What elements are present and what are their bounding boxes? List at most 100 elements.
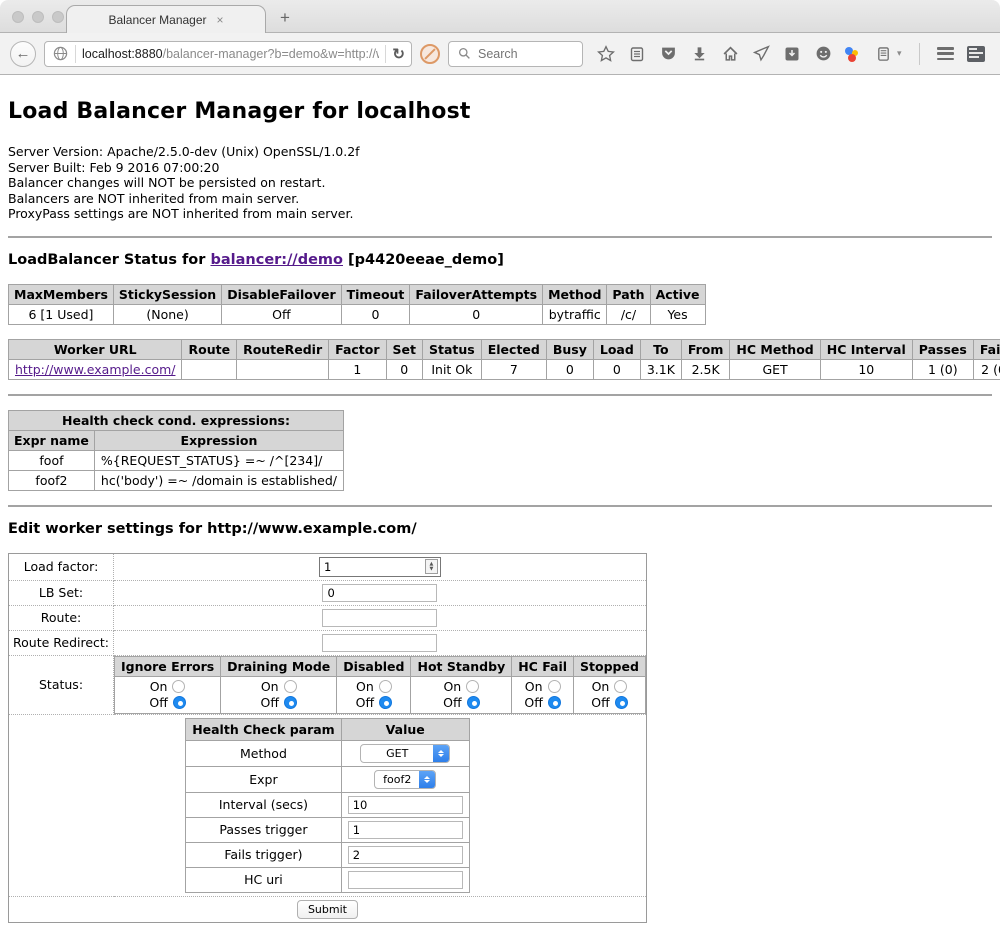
url-bar[interactable]: localhost:8880/balancer-manager?b=demo&w… <box>44 41 412 67</box>
on-label: On <box>443 679 461 695</box>
hot-standby-off-radio[interactable] <box>467 696 480 709</box>
back-button[interactable]: ← <box>10 41 36 67</box>
search-box[interactable] <box>448 41 583 67</box>
load-factor-input[interactable] <box>324 560 425 574</box>
route-label: Route: <box>9 605 114 630</box>
ignore-errors-off-radio[interactable] <box>173 696 186 709</box>
pocket-icon[interactable] <box>659 45 677 63</box>
hc-expr-select[interactable]: foof2 <box>374 770 436 789</box>
col-to: To <box>640 339 681 359</box>
container-extension-icon[interactable] <box>874 45 892 63</box>
save-page-extension-icon[interactable] <box>783 45 801 63</box>
grid-extension-icon[interactable] <box>967 46 985 62</box>
select-stepper-icon <box>433 744 449 763</box>
hcp-header-row: Health Check param Value <box>186 718 470 740</box>
hc-fail-off-radio[interactable] <box>548 696 561 709</box>
balancer-header-row: MaxMembers StickySession DisableFailover… <box>9 284 706 304</box>
menu-icon[interactable] <box>937 47 954 60</box>
reading-list-icon[interactable] <box>628 45 646 63</box>
search-input[interactable] <box>478 47 573 61</box>
tab-close-icon[interactable]: × <box>217 13 224 27</box>
hot-standby-radios: On Off <box>411 676 512 713</box>
url-text[interactable]: localhost:8880/balancer-manager?b=demo&w… <box>82 47 379 61</box>
hc-uri-input[interactable] <box>348 871 463 889</box>
stopped-off-radio[interactable] <box>615 696 628 709</box>
draining-mode-on-radio[interactable] <box>284 680 297 693</box>
new-tab-button[interactable]: + <box>280 8 290 28</box>
val-disablefailover: Off <box>222 304 341 324</box>
val-failoverattempts: 0 <box>410 304 543 324</box>
hc-interval-input[interactable] <box>348 796 463 814</box>
bookmark-star-icon[interactable] <box>597 45 615 63</box>
adblock-icon[interactable] <box>420 44 440 64</box>
col-from: From <box>681 339 730 359</box>
workers-table: Worker URL Route RouteRedir Factor Set S… <box>8 339 1000 380</box>
expr-value-foof2: hc('body') =~ /domain is established/ <box>94 470 343 490</box>
worker-url-link[interactable]: http://www.example.com/ <box>15 362 175 377</box>
col-failoverattempts: FailoverAttempts <box>410 284 543 304</box>
ignore-errors-on-radio[interactable] <box>172 680 185 693</box>
hcp-interval-row: Interval (secs) <box>186 792 470 817</box>
status-header-row: Ignore Errors Draining Mode Disabled Hot… <box>115 656 646 676</box>
col-factor: Factor <box>329 339 386 359</box>
expr-name-foof: foof <box>9 450 95 470</box>
route-redirect-input[interactable] <box>322 634 437 652</box>
chat-smiley-icon[interactable] <box>814 45 832 63</box>
close-window-icon[interactable] <box>12 11 24 23</box>
col-hot-standby: Hot Standby <box>411 656 512 676</box>
reload-icon[interactable]: ↻ <box>392 45 405 63</box>
color-dots-extension-icon[interactable] <box>845 46 861 62</box>
hc-method-select[interactable]: GET <box>360 744 450 763</box>
balancer-status-heading: LoadBalancer Status for balancer://demo … <box>8 252 992 268</box>
val-timeout: 0 <box>341 304 410 324</box>
nav-toolbar: ← localhost:8880/balancer-manager?b=demo… <box>0 33 1000 75</box>
disabled-off-radio[interactable] <box>379 696 392 709</box>
val-stickysession: (None) <box>113 304 221 324</box>
notice-persist: Balancer changes will NOT be persisted o… <box>8 175 992 191</box>
hot-standby-on-radio[interactable] <box>466 680 479 693</box>
col-disablefailover: DisableFailover <box>222 284 341 304</box>
worker-busy: 0 <box>546 359 593 379</box>
url-path: /balancer-manager?b=demo&w=http://www.ex… <box>163 47 380 61</box>
stopped-on-radio[interactable] <box>614 680 627 693</box>
hcp-fails-row: Fails trigger) <box>186 842 470 867</box>
lb-set-row: LB Set: <box>9 580 647 605</box>
hc-fail-on-radio[interactable] <box>548 680 561 693</box>
browser-tab[interactable]: Balancer Manager × <box>66 5 266 33</box>
lb-set-label: LB Set: <box>9 580 114 605</box>
expr-value-foof: %{REQUEST_STATUS} =~ /^[234]/ <box>94 450 343 470</box>
draining-mode-off-radio[interactable] <box>284 696 297 709</box>
route-input[interactable] <box>322 609 437 627</box>
notice-proxypass: ProxyPass settings are NOT inherited fro… <box>8 206 992 222</box>
home-icon[interactable] <box>721 45 739 63</box>
balancer-link[interactable]: balancer://demo <box>210 252 343 268</box>
hc-passes-input[interactable] <box>348 821 463 839</box>
val-active: Yes <box>650 304 705 324</box>
worker-from: 2.5K <box>681 359 730 379</box>
minimize-window-icon[interactable] <box>32 11 44 23</box>
expr-name-foof2: foof2 <box>9 470 95 490</box>
hc-fails-input[interactable] <box>348 846 463 864</box>
submit-button[interactable]: Submit <box>297 900 358 919</box>
downloads-icon[interactable] <box>690 45 708 63</box>
lb-set-input[interactable] <box>322 584 437 602</box>
divider-2 <box>8 394 992 396</box>
disabled-on-radio[interactable] <box>379 680 392 693</box>
globe-icon <box>51 45 69 63</box>
submit-row: Submit <box>9 896 647 922</box>
send-tab-icon[interactable] <box>752 45 770 63</box>
on-label: On <box>356 679 374 695</box>
workers-header-row: Worker URL Route RouteRedir Factor Set S… <box>9 339 1000 359</box>
ignore-errors-radios: On Off <box>115 676 221 713</box>
number-stepper-icon[interactable]: ▲▼ <box>425 559 438 574</box>
hcp-passes-row: Passes trigger <box>186 817 470 842</box>
off-label: Off <box>356 695 374 711</box>
load-factor-field[interactable]: ▲▼ <box>319 557 441 577</box>
worker-hc-interval: 10 <box>820 359 912 379</box>
load-factor-row: Load factor: ▲▼ <box>9 553 647 580</box>
col-ignore-errors: Ignore Errors <box>115 656 221 676</box>
off-label: Off <box>149 695 167 711</box>
zoom-window-icon[interactable] <box>52 11 64 23</box>
chevron-down-icon[interactable]: ▾ <box>897 48 902 59</box>
titlebar: Balancer Manager × + <box>0 0 1000 33</box>
